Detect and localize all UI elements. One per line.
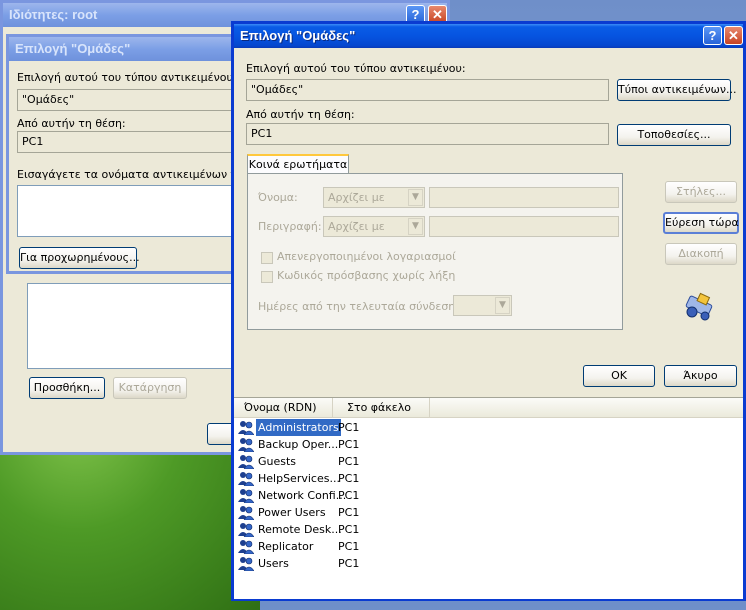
name-combo-arrow-icon: ▼: [408, 189, 423, 206]
results-list[interactable]: Όνομα (RDN) Στο φάκελο Administrators PC1…: [234, 397, 743, 599]
days-since-logon-label: Ημέρες από την τελευταία σύνδεση:: [258, 300, 459, 313]
select-groups-title: Επιλογή "Ομάδες": [240, 28, 356, 43]
group-folder: PC1: [338, 455, 360, 468]
group-name: Power Users: [258, 506, 326, 519]
description-match-combo: Αρχίζει με ▼: [323, 216, 425, 237]
search-binoculars-icon: [685, 292, 713, 321]
table-row[interactable]: Guests PC1: [234, 453, 434, 470]
table-row[interactable]: Administrators PC1: [234, 419, 434, 436]
advanced-button[interactable]: Για προχωρημένους...: [19, 247, 140, 269]
properties-title: Ιδιότητες: root: [9, 7, 98, 22]
cancel-button[interactable]: Άκυρο: [664, 365, 737, 387]
select-groups-title-bar: Επιλογή "Ομάδες": [234, 24, 743, 48]
location-label-back: Από αυτήν τη θέση:: [17, 117, 126, 130]
group-name: Guests: [258, 455, 297, 468]
column-header-name-label: Όνομα (RDN): [244, 401, 317, 414]
group-name: Network Confi...: [258, 489, 347, 502]
query-panel: Όνομα: Αρχίζει με ▼ Περιγραφή: Αρχίζει μ…: [247, 173, 623, 330]
remove-button: Κατάργηση: [113, 377, 187, 399]
name-match-combo-value: Αρχίζει με: [328, 191, 385, 204]
group-name: Replicator: [258, 540, 314, 553]
object-type-value-back: "Ομάδες": [17, 89, 243, 111]
description-input: [429, 216, 619, 237]
table-row[interactable]: Users PC1: [234, 555, 434, 572]
disabled-accounts-label: Απενεργοποιημένοι λογαριασμοί: [277, 250, 456, 263]
select-groups-back-title-bar: Επιλογή "Ομάδες": [9, 37, 235, 61]
group-name: HelpServices...: [258, 472, 340, 485]
locations-button[interactable]: Τοποθεσίες...: [617, 124, 731, 146]
table-row[interactable]: Power Users PC1: [234, 504, 434, 521]
location-value: PC1: [246, 123, 609, 145]
table-row[interactable]: Network Confi... PC1: [234, 487, 434, 504]
ok-button[interactable]: ΟΚ: [583, 365, 655, 387]
group-name: Administrators: [256, 419, 341, 436]
description-match-combo-value: Αρχίζει με: [328, 220, 385, 233]
enter-names-label: Εισαγάγετε τα ονόματα αντικειμένων για: [17, 168, 249, 181]
group-icon: [238, 488, 255, 504]
object-type-label-back: Επιλογή αυτού του τύπου αντικειμένου:: [17, 71, 237, 84]
non-expiring-label: Κωδικός πρόσβασης χωρίς λήξη: [277, 269, 456, 282]
group-icon: [238, 471, 255, 487]
select-groups-back-title: Επιλογή "Ομάδες": [15, 41, 131, 56]
group-folder: PC1: [338, 523, 360, 536]
location-label: Από αυτήν τη θέση:: [246, 108, 355, 121]
object-names-input[interactable]: [17, 185, 243, 237]
tab-common-queries-label: Κοινά ερωτήματα: [248, 158, 348, 171]
help-icon[interactable]: ?: [703, 26, 722, 45]
column-header-name[interactable]: Όνομα (RDN): [234, 398, 333, 417]
table-row[interactable]: Replicator PC1: [234, 538, 434, 555]
location-value-back: PC1: [17, 131, 243, 153]
group-folder: PC1: [338, 472, 360, 485]
name-match-combo: Αρχίζει με ▼: [323, 187, 425, 208]
group-icon: [238, 437, 255, 453]
group-folder: PC1: [338, 557, 360, 570]
object-types-button[interactable]: Τύποι αντικειμένων...: [617, 79, 736, 101]
group-icon: [238, 505, 255, 521]
name-input: [429, 187, 619, 208]
description-label: Περιγραφή:: [258, 220, 322, 233]
name-label: Όνομα:: [258, 191, 298, 204]
object-type-label: Επιλογή αυτού του τύπου αντικειμένου:: [246, 62, 466, 75]
disabled-accounts-checkbox: [261, 252, 273, 264]
days-since-logon-combo: ▼: [453, 295, 512, 316]
close-icon[interactable]: ✕: [724, 26, 743, 45]
description-combo-arrow-icon: ▼: [408, 218, 423, 235]
group-folder: PC1: [338, 421, 360, 434]
stop-button: Διακοπή: [665, 243, 737, 265]
group-icon: [238, 420, 255, 436]
non-expiring-checkbox: [261, 271, 273, 283]
group-icon: [238, 454, 255, 470]
group-folder: PC1: [338, 438, 360, 451]
group-folder: PC1: [338, 506, 360, 519]
find-now-button[interactable]: Εύρεση τώρα: [663, 212, 739, 234]
add-button[interactable]: Προσθήκη...: [29, 377, 105, 399]
results-header: Όνομα (RDN) Στο φάκελο: [234, 398, 743, 418]
group-name: Remote Desk...: [258, 523, 342, 536]
column-header-folder-label: Στο φάκελο: [347, 401, 411, 414]
select-groups-window: Επιλογή "Ομάδες" ? ✕ Επιλογή αυτού του τ…: [231, 21, 746, 601]
group-folder: PC1: [338, 540, 360, 553]
group-folder: PC1: [338, 489, 360, 502]
column-header-folder[interactable]: Στο φάκελο: [334, 398, 430, 417]
table-row[interactable]: Remote Desk... PC1: [234, 521, 434, 538]
group-icon: [238, 522, 255, 538]
select-groups-window-back: Επιλογή "Ομάδες" Επιλογή αυτού του τύπου…: [6, 34, 248, 274]
table-row[interactable]: HelpServices... PC1: [234, 470, 434, 487]
days-combo-arrow-icon: ▼: [495, 297, 510, 314]
table-row[interactable]: Backup Oper... PC1: [234, 436, 434, 453]
group-icon: [238, 539, 255, 555]
tab-common-queries[interactable]: Κοινά ερωτήματα: [247, 154, 349, 174]
columns-button: Στήλες...: [665, 181, 737, 203]
group-name: Backup Oper...: [258, 438, 339, 451]
members-list[interactable]: [27, 283, 237, 369]
group-icon: [238, 556, 255, 572]
object-type-value: "Ομάδες": [246, 79, 609, 101]
group-name: Users: [258, 557, 289, 570]
